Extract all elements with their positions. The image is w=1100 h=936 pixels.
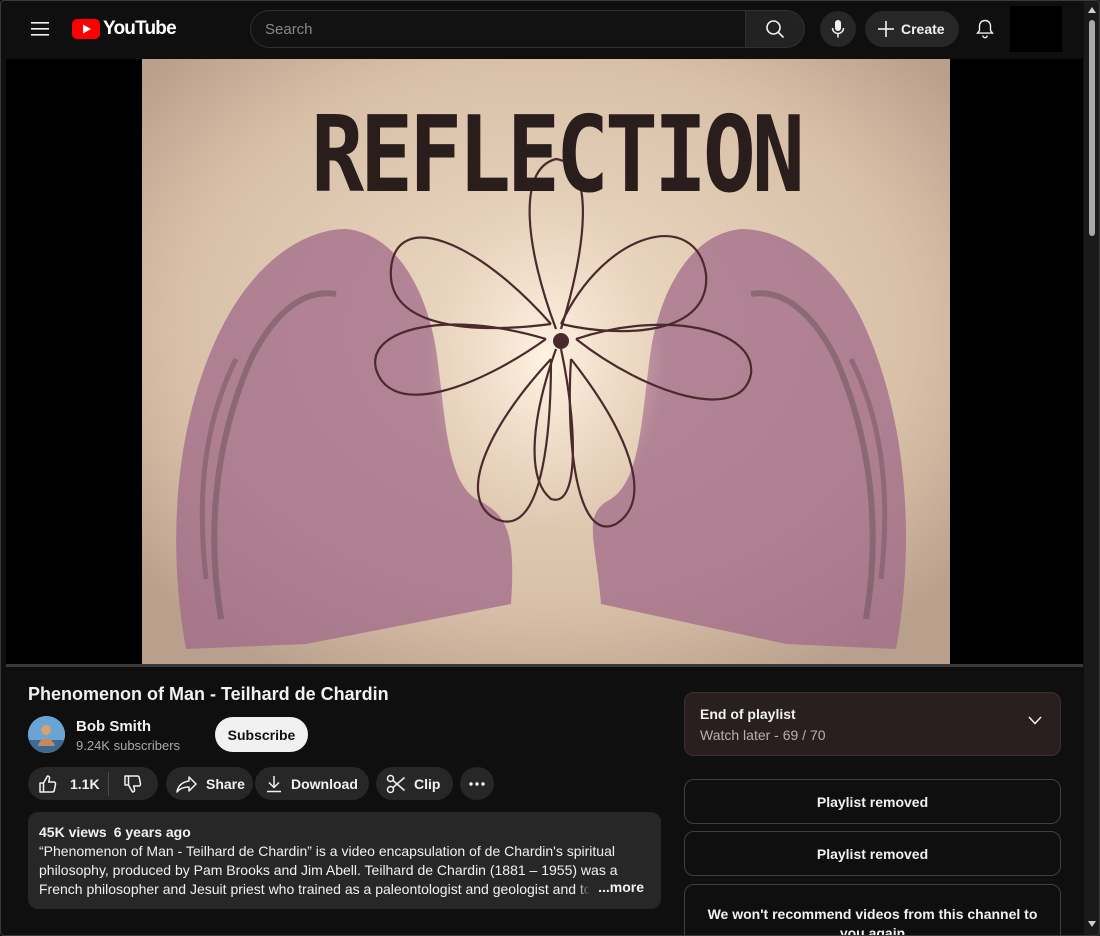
- menu-button[interactable]: [22, 11, 58, 47]
- playlist-title: End of playlist: [700, 706, 796, 722]
- channel-not-recommended-card[interactable]: We won't recommend videos from this chan…: [684, 884, 1061, 936]
- download-label: Download: [291, 775, 358, 792]
- thumbs-down-icon: [124, 774, 142, 793]
- bell-icon: [976, 19, 994, 39]
- top-bar: YouTube Create: [0, 0, 1084, 58]
- description-meta: 45K views 6 years ago: [39, 823, 650, 842]
- create-label: Create: [901, 21, 945, 37]
- channel-name[interactable]: Bob Smith: [76, 718, 151, 735]
- notifications-button[interactable]: [967, 11, 1003, 47]
- scrollbar-thumb[interactable]: [1089, 20, 1095, 236]
- playlist-panel[interactable]: End of playlist Watch later - 69 / 70: [684, 692, 1061, 756]
- download-icon: [267, 775, 281, 792]
- share-icon: [176, 775, 197, 793]
- plus-icon: [878, 21, 894, 37]
- share-button[interactable]: Share: [166, 767, 253, 800]
- scroll-up-arrow-icon[interactable]: [1088, 7, 1096, 13]
- youtube-play-icon: [72, 19, 100, 39]
- subscribe-button[interactable]: Subscribe: [215, 717, 308, 752]
- download-button[interactable]: Download: [255, 767, 369, 800]
- description-text: “Phenomenon of Man - Teilhard de Chardin…: [39, 843, 618, 897]
- clip-label: Clip: [414, 775, 441, 792]
- account-avatar[interactable]: [1010, 6, 1062, 52]
- video-progress-bar[interactable]: [6, 664, 1083, 667]
- logo-text: YouTube: [103, 18, 177, 39]
- scroll-down-arrow-icon[interactable]: [1088, 921, 1096, 927]
- like-count: 1.1K: [70, 775, 100, 792]
- chevron-down-icon[interactable]: [1028, 716, 1042, 725]
- microphone-icon: [831, 20, 845, 38]
- frame-caption: REFLECTION: [311, 93, 801, 216]
- search-input[interactable]: [265, 20, 746, 38]
- like-dislike-group: 1.1K: [28, 767, 158, 800]
- search-icon: [766, 20, 785, 39]
- clip-button[interactable]: Clip: [376, 767, 453, 800]
- playlist-removed-card[interactable]: Playlist removed: [684, 831, 1061, 876]
- description-more-button[interactable]: ...more: [578, 878, 644, 897]
- description-box[interactable]: 45K views 6 years ago “Phenomenon of Man …: [28, 812, 661, 909]
- search-button[interactable]: [745, 10, 805, 48]
- upload-age: 6 years ago: [113, 824, 191, 840]
- create-button[interactable]: Create: [865, 11, 959, 47]
- dislike-button[interactable]: [109, 767, 157, 800]
- search-field[interactable]: [250, 10, 746, 48]
- video-player[interactable]: REFLECTION: [6, 59, 1083, 664]
- playlist-subtitle: Watch later - 69 / 70: [700, 727, 826, 743]
- playlist-removed-card[interactable]: Playlist removed: [684, 779, 1061, 824]
- subscriber-count: 9.24K subscribers: [76, 738, 181, 753]
- channel-avatar-image: [28, 716, 65, 753]
- voice-search-button[interactable]: [820, 11, 856, 47]
- view-count: 45K views: [39, 824, 107, 840]
- share-label: Share: [206, 775, 245, 792]
- hamburger-icon: [31, 22, 49, 36]
- youtube-logo[interactable]: YouTube: [72, 18, 177, 40]
- channel-avatar[interactable]: [28, 716, 65, 753]
- video-title: Phenomenon of Man - Teilhard de Chardin: [28, 684, 389, 704]
- more-actions-button[interactable]: [460, 767, 494, 800]
- page-scrollbar[interactable]: [1084, 0, 1100, 936]
- video-frame-image: REFLECTION: [6, 59, 1083, 664]
- more-horizontal-icon: [469, 781, 485, 786]
- thumbs-up-icon: [39, 774, 57, 793]
- scissors-icon: [386, 774, 405, 793]
- like-button[interactable]: 1.1K: [28, 767, 108, 800]
